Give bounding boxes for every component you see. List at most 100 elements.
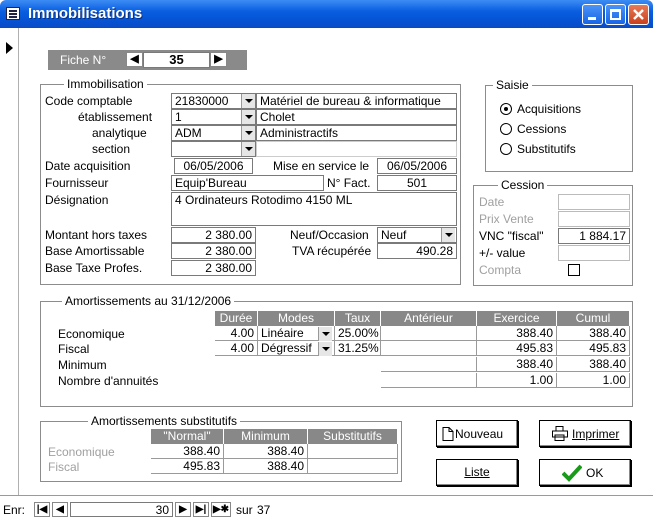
close-button[interactable]	[628, 4, 649, 25]
economique-duree[interactable]: 4.00	[215, 326, 258, 341]
section-dropdown-icon[interactable]	[241, 142, 255, 156]
etablissement-dropdown-icon[interactable]	[241, 110, 255, 124]
code-comptable-label: Code comptable	[45, 94, 133, 108]
mise-en-service-input[interactable]: 06/05/2006	[377, 158, 457, 174]
fournisseur-label: Fournisseur	[45, 176, 109, 190]
analytique-label: analytique	[92, 126, 147, 140]
title-bar: Immobilisations	[0, 0, 653, 28]
row-label-minimum: Minimum	[58, 358, 107, 372]
ok-label: OK	[586, 466, 604, 480]
mise-en-service-label: Mise en service le	[273, 159, 370, 173]
fournisseur-input[interactable]: Equip'Bureau	[171, 175, 324, 191]
fiche-number[interactable]: 35	[143, 52, 210, 68]
fiscal-duree[interactable]: 4.00	[215, 341, 258, 356]
radio-cessions[interactable]	[500, 123, 512, 135]
last-record-button[interactable]: ▶|	[193, 502, 209, 517]
col-header-exercice: Exercice	[477, 311, 557, 326]
sub-row-label-fiscal: Fiscal	[48, 460, 80, 474]
ok-button[interactable]: OK	[539, 459, 631, 486]
section-label: section	[92, 142, 131, 156]
cession-date-input[interactable]	[558, 194, 630, 210]
next-record-icon: ▶	[179, 504, 187, 515]
n-fact-input[interactable]: 501	[377, 175, 457, 191]
nouveau-button[interactable]: Nouveau	[436, 420, 518, 447]
sub-fiscal-normal: 495.83	[151, 459, 224, 474]
fiscal-mode-dropdown-icon[interactable]	[318, 342, 332, 356]
neuf-occasion-label: Neuf/Occasion	[290, 228, 369, 242]
minimum-exercice: 388.40	[477, 357, 557, 372]
liste-label: Liste	[464, 465, 490, 479]
cession-date-label: Date	[479, 195, 505, 209]
imprimer-label: Imprimer	[572, 427, 620, 441]
montant-ht-input[interactable]: 2 380.00	[171, 227, 256, 243]
minimize-icon	[588, 17, 596, 20]
code-comptable-dropdown-icon[interactable]	[241, 94, 255, 108]
prix-vente-label: Prix Vente	[479, 212, 534, 226]
radio-acquisitions[interactable]	[500, 103, 512, 115]
saisie-legend: Saisie	[493, 78, 532, 92]
etablissement-desc: Cholet	[256, 109, 457, 125]
analytique-dropdown-icon[interactable]	[241, 126, 255, 140]
sub-economique-normal: 388.40	[151, 444, 224, 459]
base-amortissable-input[interactable]: 2 380.00	[171, 243, 256, 259]
vnc-fiscal-input[interactable]: 1 884.17	[558, 228, 630, 244]
designation-label: Désignation	[45, 193, 109, 207]
economique-exercice: 388.40	[477, 326, 557, 341]
tva-recuperee-input[interactable]: 490.28	[377, 243, 457, 259]
immobilisations-window: Immobilisations Fiche N° ◀ 35 ▶ Immobili…	[0, 0, 653, 523]
cession-legend: Cession	[498, 178, 548, 192]
enr-label: Enr:	[3, 503, 26, 517]
annuites-cumul: 1.00	[557, 373, 630, 388]
sub-col-header-substitutifs: Substitutifs	[308, 429, 398, 444]
total-records: 37	[257, 503, 271, 517]
col-header-taux: Taux	[335, 311, 381, 326]
imprimer-button[interactable]: Imprimer	[539, 420, 631, 447]
fiche-next-button[interactable]: ▶	[210, 52, 227, 67]
new-record-button[interactable]: ▶✱	[211, 502, 231, 517]
form-body: Fiche N° ◀ 35 ▶ Immobilisation Code comp…	[20, 28, 653, 495]
prev-record-icon: ◀	[56, 504, 64, 515]
annuites-anterieur	[381, 373, 477, 388]
fiscal-exercice: 495.83	[477, 341, 557, 356]
window-title: Immobilisations	[28, 5, 143, 22]
current-record-input[interactable]: 30	[70, 502, 173, 517]
col-header-duree: Durée	[215, 311, 258, 326]
base-taxe-input[interactable]: 2 380.00	[171, 260, 256, 276]
annuites-exercice: 1.00	[477, 373, 557, 388]
record-navigation-bar: Enr: |◀ ◀ 30 ▶ ▶| ▶✱ sur 37	[0, 495, 653, 523]
maximize-icon	[610, 9, 621, 20]
sub-fiscal-substitutifs	[308, 459, 398, 474]
date-acquisition-input[interactable]: 06/05/2006	[174, 158, 253, 174]
base-taxe-label: Base Taxe Profes.	[45, 261, 143, 275]
first-record-button[interactable]: |◀	[34, 502, 50, 517]
row-label-economique: Economique	[58, 327, 125, 341]
base-amortissable-label: Base Amortissable	[45, 244, 145, 258]
vnc-fiscal-label: VNC "fiscal"	[479, 229, 544, 243]
section-desc	[256, 141, 457, 157]
liste-button[interactable]: Liste	[436, 459, 518, 486]
prev-record-button[interactable]: ◀	[52, 502, 68, 517]
designation-input[interactable]: 4 Ordinateurs Rotodimo 4150 ML	[171, 192, 457, 226]
amortissements-legend: Amortissements au 31/12/2006	[62, 294, 235, 308]
plus-moins-value-input[interactable]	[558, 245, 630, 261]
row-label-nombre-annuites: Nombre d'annuités	[58, 374, 159, 388]
radio-substitutifs[interactable]	[500, 143, 512, 155]
compta-label: Compta	[479, 263, 522, 277]
etablissement-label: établissement	[78, 110, 153, 124]
form-icon	[6, 7, 20, 20]
sub-row-label-economique: Economique	[48, 445, 115, 459]
next-record-button[interactable]: ▶	[175, 502, 191, 517]
record-selector[interactable]	[0, 28, 19, 495]
neuf-occasion-dropdown-icon[interactable]	[441, 228, 455, 242]
fiche-prev-button[interactable]: ◀	[126, 52, 143, 67]
compta-checkbox[interactable]	[568, 264, 580, 276]
analytique-desc: Administractifs	[256, 125, 457, 141]
prix-vente-input[interactable]	[558, 211, 630, 227]
minimize-button[interactable]	[582, 4, 603, 25]
maximize-button[interactable]	[605, 4, 626, 25]
new-record-icon: ▶✱	[212, 504, 230, 515]
next-icon: ▶	[214, 53, 223, 65]
substitutifs-legend: Amortissements substitutifs	[88, 414, 241, 428]
economique-mode-dropdown-icon[interactable]	[318, 327, 332, 341]
new-document-icon	[442, 427, 454, 441]
